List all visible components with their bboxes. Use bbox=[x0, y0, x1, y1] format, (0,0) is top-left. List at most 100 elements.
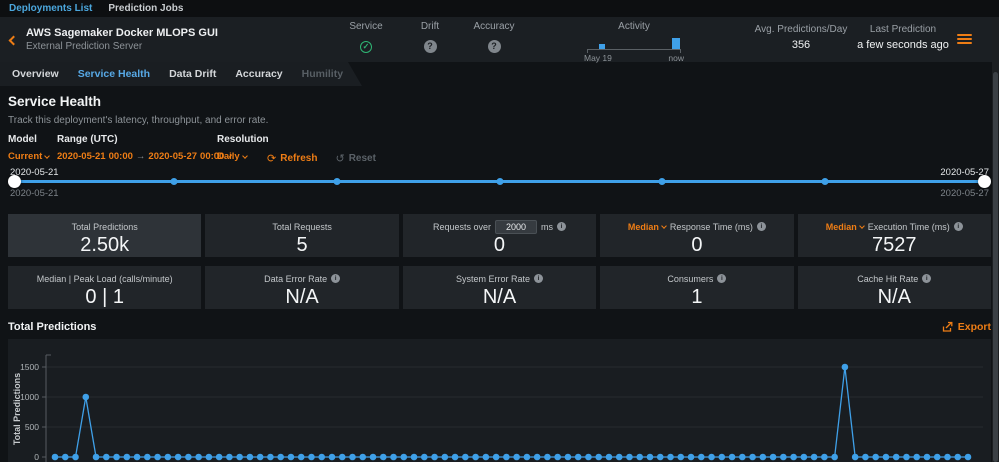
info-icon[interactable]: i bbox=[757, 222, 766, 231]
chart-point[interactable] bbox=[903, 454, 910, 461]
chart-point[interactable] bbox=[185, 454, 192, 461]
chart-point[interactable] bbox=[636, 454, 643, 461]
refresh-button[interactable]: ⟳Refresh bbox=[267, 153, 317, 164]
chart-point[interactable] bbox=[657, 454, 664, 461]
chart-point[interactable] bbox=[554, 454, 561, 461]
chart-point[interactable] bbox=[606, 454, 613, 461]
chart-point[interactable] bbox=[452, 454, 459, 461]
chart-point[interactable] bbox=[801, 454, 808, 461]
metric-tile-total-requests[interactable]: Total Requests5 bbox=[205, 214, 398, 257]
chart-point[interactable] bbox=[226, 454, 233, 461]
chart-point[interactable] bbox=[113, 454, 120, 461]
chart-point[interactable] bbox=[565, 454, 572, 461]
chart-point[interactable] bbox=[688, 454, 695, 461]
chart-point[interactable] bbox=[206, 454, 213, 461]
chart-point[interactable] bbox=[411, 454, 418, 461]
chart-point[interactable] bbox=[616, 454, 623, 461]
chart-point[interactable] bbox=[513, 454, 520, 461]
info-icon[interactable]: i bbox=[954, 222, 963, 231]
chart-point[interactable] bbox=[442, 454, 449, 461]
chart-point[interactable] bbox=[400, 454, 407, 461]
tab-accuracy[interactable]: Accuracy bbox=[235, 68, 282, 80]
chart-point[interactable] bbox=[760, 454, 767, 461]
chart-point[interactable] bbox=[831, 454, 838, 461]
chart-point[interactable] bbox=[729, 454, 736, 461]
chart-point[interactable] bbox=[165, 454, 172, 461]
model-dropdown[interactable]: Current bbox=[8, 151, 57, 162]
chart-point[interactable] bbox=[277, 454, 284, 461]
slider-track[interactable] bbox=[12, 180, 987, 183]
metric-tile-peak-load[interactable]: Median | Peak Load (calls/minute)0 | 1 bbox=[8, 266, 201, 309]
chart-point[interactable] bbox=[472, 454, 479, 461]
chart-point[interactable] bbox=[72, 454, 79, 461]
chart-point[interactable] bbox=[52, 454, 59, 461]
chart-point[interactable] bbox=[595, 454, 602, 461]
chart-point[interactable] bbox=[852, 454, 859, 461]
metric-tile-response-time[interactable]: MedianResponse Time (ms)i0 bbox=[600, 214, 793, 257]
chart-point[interactable] bbox=[216, 454, 223, 461]
chart-point[interactable] bbox=[154, 454, 161, 461]
metric-tile-consumers[interactable]: Consumersi1 bbox=[600, 266, 793, 309]
chart-point[interactable] bbox=[247, 454, 254, 461]
tab-overview[interactable]: Overview bbox=[12, 68, 59, 80]
chart-point[interactable] bbox=[82, 394, 89, 401]
nav-deployments-list[interactable]: Deployments List bbox=[9, 3, 92, 14]
accuracy-unknown-icon[interactable]: ? bbox=[488, 40, 501, 53]
chart-point[interactable] bbox=[872, 454, 879, 461]
chart-point[interactable] bbox=[924, 454, 931, 461]
export-button[interactable]: Export bbox=[941, 321, 991, 333]
chart-point[interactable] bbox=[677, 454, 684, 461]
chart-point[interactable] bbox=[811, 454, 818, 461]
info-icon[interactable]: i bbox=[922, 274, 931, 283]
metric-tile-execution-time[interactable]: MedianExecution Time (ms)i7527 bbox=[798, 214, 991, 257]
chart-point[interactable] bbox=[647, 454, 654, 461]
chart-point[interactable] bbox=[359, 454, 366, 461]
chart-point[interactable] bbox=[349, 454, 356, 461]
chart-point[interactable] bbox=[883, 454, 890, 461]
service-ok-icon[interactable]: ✓ bbox=[360, 41, 372, 53]
chart-point[interactable] bbox=[544, 454, 551, 461]
threshold-input[interactable] bbox=[495, 220, 537, 234]
chart-point[interactable] bbox=[175, 454, 182, 461]
chart-point[interactable] bbox=[965, 454, 972, 461]
metric-tile-data-error-rate[interactable]: Data Error RateiN/A bbox=[205, 266, 398, 309]
chart-point[interactable] bbox=[390, 454, 397, 461]
info-icon[interactable]: i bbox=[331, 274, 340, 283]
chart-point[interactable] bbox=[124, 454, 131, 461]
chart-point[interactable] bbox=[421, 454, 428, 461]
reset-button[interactable]: ↺Reset bbox=[335, 153, 375, 164]
chart-point[interactable] bbox=[954, 454, 961, 461]
nav-prediction-jobs[interactable]: Prediction Jobs bbox=[108, 3, 183, 14]
chart-point[interactable] bbox=[821, 454, 828, 461]
chart-point[interactable] bbox=[585, 454, 592, 461]
tab-service-health[interactable]: Service Health bbox=[78, 68, 150, 80]
chart-point[interactable] bbox=[267, 454, 274, 461]
chart-point[interactable] bbox=[308, 454, 315, 461]
chart-point[interactable] bbox=[719, 454, 726, 461]
chart-point[interactable] bbox=[195, 454, 202, 461]
chart-point[interactable] bbox=[257, 454, 264, 461]
chart-point[interactable] bbox=[770, 454, 777, 461]
chart-point[interactable] bbox=[913, 454, 920, 461]
back-button[interactable] bbox=[0, 31, 26, 49]
chart-point[interactable] bbox=[134, 454, 141, 461]
tab-settings[interactable]: Settings bbox=[441, 68, 482, 80]
aggregation-dropdown[interactable]: Median bbox=[826, 222, 864, 232]
resolution-dropdown[interactable]: Daily bbox=[217, 151, 265, 162]
metric-tile-system-error-rate[interactable]: System Error RateiN/A bbox=[403, 266, 596, 309]
chart-point[interactable] bbox=[144, 454, 151, 461]
chart-point[interactable] bbox=[534, 454, 541, 461]
chart-point[interactable] bbox=[93, 454, 100, 461]
chart-point[interactable] bbox=[483, 454, 490, 461]
metric-tile-cache-hit-rate[interactable]: Cache Hit RateiN/A bbox=[798, 266, 991, 309]
chart-point[interactable] bbox=[575, 454, 582, 461]
chart-point[interactable] bbox=[236, 454, 243, 461]
metric-tile-requests-over-threshold[interactable]: Requests overmsi0 bbox=[403, 214, 596, 257]
chart-point[interactable] bbox=[626, 454, 633, 461]
chart-point[interactable] bbox=[667, 454, 674, 461]
menu-icon[interactable] bbox=[957, 34, 972, 44]
chart-point[interactable] bbox=[739, 454, 746, 461]
chart-point[interactable] bbox=[318, 454, 325, 461]
chart-point[interactable] bbox=[62, 454, 69, 461]
info-icon[interactable]: i bbox=[717, 274, 726, 283]
